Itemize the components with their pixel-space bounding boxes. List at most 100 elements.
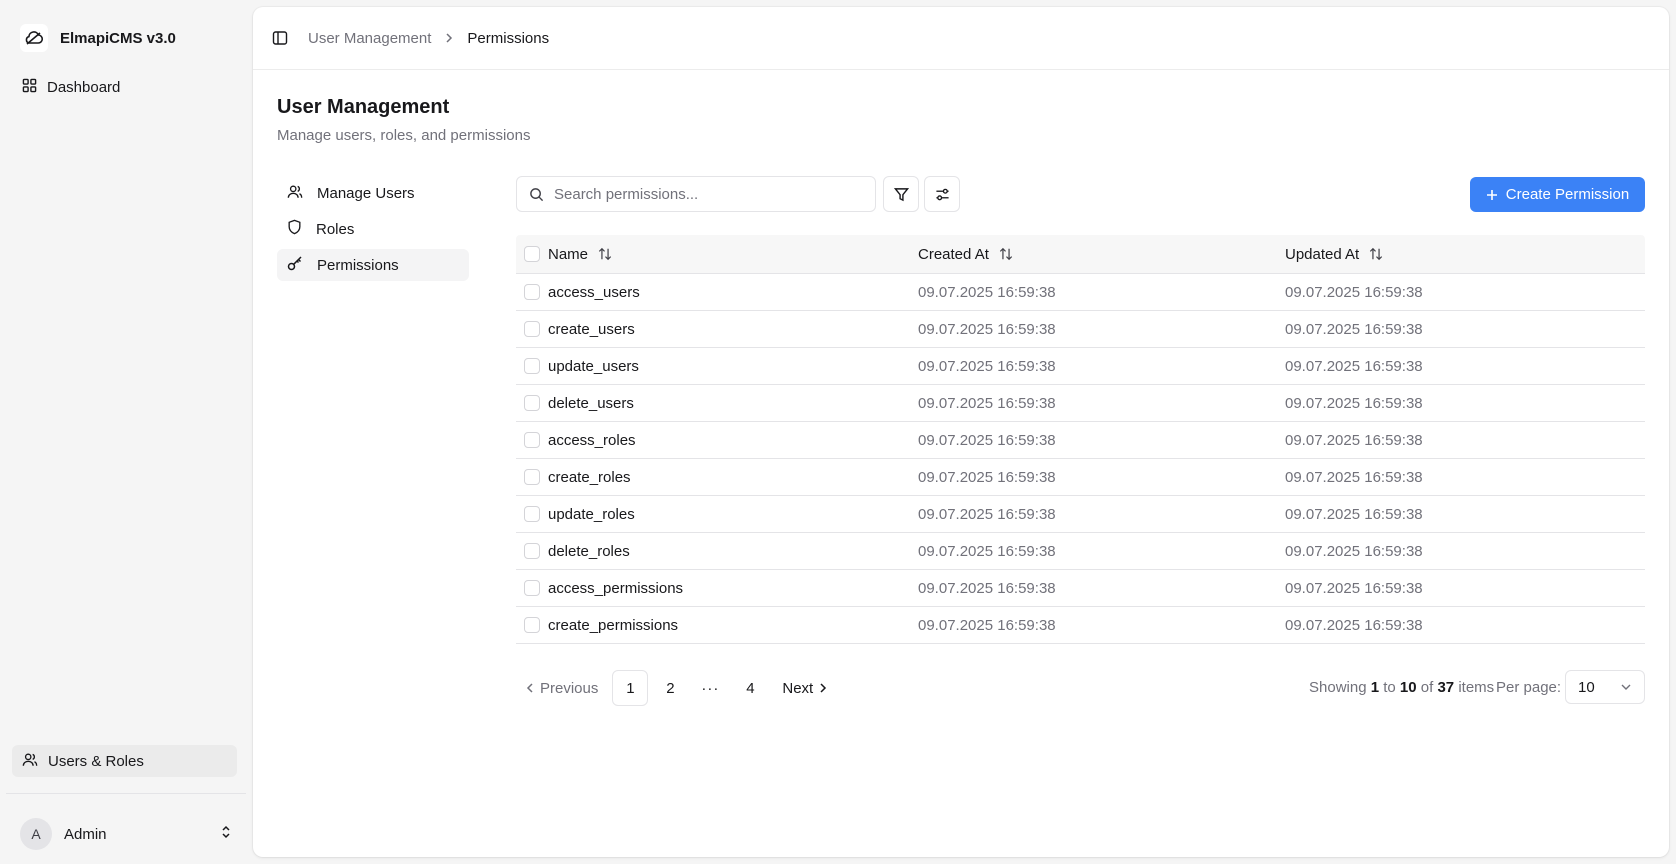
sidebar-item-users-roles[interactable]: Users & Roles: [12, 745, 237, 777]
permission-name: access_users: [548, 283, 640, 301]
breadcrumb-user-management[interactable]: User Management: [308, 30, 431, 47]
updated-at: 09.07.2025 16:59:38: [1285, 320, 1423, 338]
created-at: 09.07.2025 16:59:38: [918, 431, 1056, 449]
table-row[interactable]: delete_users 09.07.2025 16:59:38 09.07.202…: [516, 385, 1645, 422]
permission-name: delete_users: [548, 394, 634, 412]
per-page-select[interactable]: 10: [1565, 670, 1645, 704]
updated-at: 09.07.2025 16:59:38: [1285, 579, 1423, 597]
updated-at: 09.07.2025 16:59:38: [1285, 616, 1423, 634]
page-button-4[interactable]: 4: [732, 670, 768, 706]
table-row[interactable]: create_roles 09.07.2025 16:59:38 09.07.202…: [516, 459, 1645, 496]
permission-name: create_permissions: [548, 616, 679, 634]
column-header-label: Created At: [918, 245, 989, 263]
page-button-2[interactable]: 2: [652, 670, 688, 706]
subnav-permissions[interactable]: Permissions: [277, 249, 469, 281]
permission-name: delete_roles: [548, 542, 630, 560]
user-menu[interactable]: A Admin: [20, 818, 232, 850]
subnav-manage-users[interactable]: Manage Users: [277, 177, 469, 209]
table-row[interactable]: access_users 09.07.2025 16:59:38 09.07.202…: [516, 274, 1645, 311]
search-box[interactable]: [516, 176, 876, 212]
row-checkbox[interactable]: [524, 395, 540, 411]
sidebar-toggle-icon[interactable]: [272, 30, 288, 46]
row-checkbox[interactable]: [524, 580, 540, 596]
created-at: 09.07.2025 16:59:38: [918, 357, 1056, 375]
updated-at: 09.07.2025 16:59:38: [1285, 542, 1423, 560]
created-at: 09.07.2025 16:59:38: [918, 542, 1056, 560]
next-label: Next: [782, 679, 814, 697]
brand[interactable]: ElmapiCMS v3.0: [20, 24, 176, 52]
next-page-button[interactable]: Next: [772, 670, 837, 706]
created-at: 09.07.2025 16:59:38: [918, 468, 1056, 486]
sort-icon: [999, 247, 1013, 261]
create-permission-label: Create Permission: [1505, 186, 1630, 203]
subnav-label: Manage Users: [317, 184, 415, 202]
table-row[interactable]: access_roles 09.07.2025 16:59:38 09.07.202…: [516, 422, 1645, 459]
permission-name: access_roles: [548, 431, 636, 449]
sidebar-item-dashboard[interactable]: Dashboard: [12, 71, 237, 103]
column-header-label: Name: [548, 245, 589, 263]
sidebar-item-label: Dashboard: [47, 78, 121, 96]
search-input[interactable]: [554, 185, 854, 203]
row-checkbox[interactable]: [524, 543, 540, 559]
column-header-created-at[interactable]: Created At: [918, 246, 1285, 263]
sidebar-divider: [6, 793, 246, 794]
showing-from: 1: [1370, 679, 1380, 696]
select-all-checkbox[interactable]: [524, 246, 540, 262]
updated-at: 09.07.2025 16:59:38: [1285, 394, 1423, 412]
created-at: 09.07.2025 16:59:38: [918, 394, 1056, 412]
column-header-name[interactable]: Name: [548, 246, 918, 263]
table-row[interactable]: delete_roles 09.07.2025 16:59:38 09.07.202…: [516, 533, 1645, 570]
users-icon: [287, 184, 303, 203]
subnav-roles[interactable]: Roles: [277, 213, 469, 245]
table-row[interactable]: update_users 09.07.2025 16:59:38 09.07.202…: [516, 348, 1645, 385]
breadcrumb-permissions: Permissions: [467, 29, 550, 47]
create-permission-button[interactable]: Create Permission: [1470, 177, 1645, 212]
row-checkbox[interactable]: [524, 432, 540, 448]
permission-name: create_roles: [548, 468, 631, 486]
page-button-1[interactable]: 1: [612, 670, 649, 706]
permissions-table: Name Created At Updated At access_users 0…: [516, 235, 1645, 644]
pagination: Previous 1 2 ··· 4 Next: [516, 670, 837, 706]
chevron-down-icon: [1620, 683, 1632, 691]
updated-at: 09.07.2025 16:59:38: [1285, 431, 1423, 449]
column-header-updated-at[interactable]: Updated At: [1285, 246, 1645, 263]
row-checkbox[interactable]: [524, 506, 540, 522]
table-header: Name Created At Updated At: [516, 235, 1645, 274]
main-panel: User Management Permissions User Managem…: [253, 7, 1669, 857]
sort-icon: [1369, 247, 1383, 261]
row-checkbox[interactable]: [524, 358, 540, 374]
sort-icon: [598, 247, 612, 261]
key-icon: [287, 255, 303, 275]
previous-page-button[interactable]: Previous: [516, 670, 608, 706]
showing-total: 37: [1437, 679, 1455, 696]
table-row[interactable]: update_roles 09.07.2025 16:59:38 09.07.202…: [516, 496, 1645, 533]
user-name: Admin: [64, 825, 107, 843]
users-icon: [22, 752, 38, 771]
subnav-label: Permissions: [317, 256, 399, 274]
chevron-right-icon: [819, 682, 827, 694]
table-row[interactable]: create_users 09.07.2025 16:59:38 09.07.202…: [516, 311, 1645, 348]
sliders-icon: [935, 187, 950, 202]
table-row[interactable]: access_permissions 09.07.2025 16:59:38 09.…: [516, 570, 1645, 607]
row-checkbox[interactable]: [524, 284, 540, 300]
row-checkbox[interactable]: [524, 321, 540, 337]
column-settings-button[interactable]: [924, 176, 960, 212]
showing-text: Showing: [1309, 679, 1367, 696]
column-header-label: Updated At: [1285, 245, 1360, 263]
permission-name: access_permissions: [548, 579, 684, 597]
updated-at: 09.07.2025 16:59:38: [1285, 468, 1423, 486]
created-at: 09.07.2025 16:59:38: [918, 616, 1056, 634]
chevron-right-icon: [445, 32, 453, 44]
row-checkbox[interactable]: [524, 617, 540, 633]
grid-icon: [22, 78, 37, 97]
table-row[interactable]: create_permissions 09.07.2025 16:59:38 09.…: [516, 607, 1645, 644]
sidebar: ElmapiCMS v3.0 Dashboard Users & Roles A…: [0, 0, 252, 864]
created-at: 09.07.2025 16:59:38: [918, 320, 1056, 338]
subnav-label: Roles: [316, 220, 355, 238]
topbar: User Management Permissions: [253, 7, 1669, 70]
created-at: 09.07.2025 16:59:38: [918, 283, 1056, 301]
updated-at: 09.07.2025 16:59:38: [1285, 505, 1423, 523]
row-checkbox[interactable]: [524, 469, 540, 485]
filter-button[interactable]: [883, 176, 919, 212]
plus-icon: [1486, 189, 1498, 201]
